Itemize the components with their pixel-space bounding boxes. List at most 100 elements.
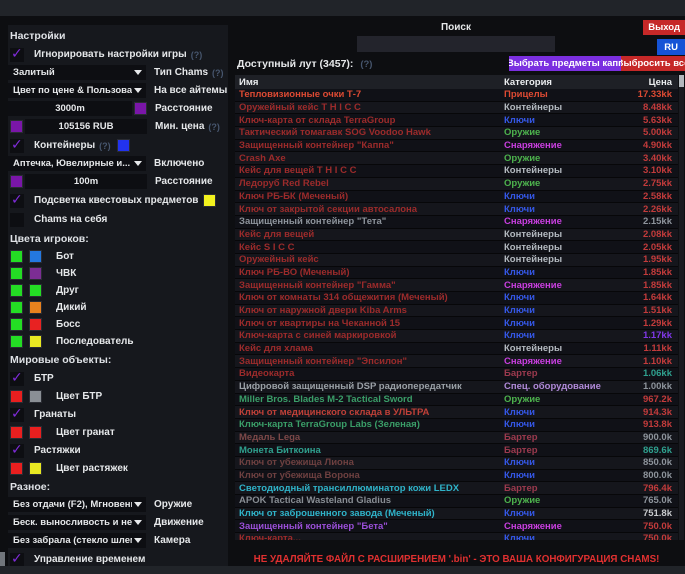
checkbox-grenades[interactable] (10, 408, 24, 422)
hidden-color-swatch[interactable] (29, 284, 42, 297)
loot-row[interactable]: Оружейный кейс T H I C CКонтейнеры8.48kk (235, 102, 678, 115)
hidden-color-swatch[interactable] (29, 318, 42, 331)
loot-row[interactable]: Ключ РБ-ВО (Меченый)Ключи1.85kk (235, 267, 678, 280)
item-name: Ключ-карта с синей маркировкой (235, 330, 504, 341)
checkbox-time-control[interactable] (10, 553, 24, 567)
loot-row[interactable]: Ключ от закрытой секции автосалонаКлючи2… (235, 203, 678, 216)
loot-row[interactable]: Ключ от убежища ВоронаКлючи800.0k (235, 470, 678, 483)
distance-color-swatch[interactable] (134, 102, 147, 115)
loot-row[interactable]: Ключ от комнаты 314 общежития (Меченый)К… (235, 292, 678, 305)
checkbox-quest-highlight[interactable] (10, 194, 24, 208)
visible-color-swatch[interactable] (10, 301, 23, 314)
checkbox-row-time-control[interactable]: Управление временем (8, 552, 228, 566)
loot-row[interactable]: ВидеокартаБартер1.06kk (235, 368, 678, 381)
loot-row[interactable]: Монета БиткоинаБартер869.6k (235, 444, 678, 457)
checkbox-ignore-game-settings[interactable] (10, 48, 24, 62)
containers-color-swatch[interactable] (117, 139, 130, 152)
checkbox-btr[interactable] (10, 372, 24, 386)
visible-color-swatch[interactable] (10, 250, 23, 263)
loot-row[interactable]: Ключ от заброшенного завода (Меченый)Клю… (235, 508, 678, 521)
hidden-color-swatch[interactable] (29, 301, 42, 314)
loot-row[interactable]: Ключ-карта TerraGroup Labs (Зеленая)Ключ… (235, 419, 678, 432)
loot-row[interactable]: Кейс для вещейКонтейнеры2.08kk (235, 229, 678, 242)
max-distance-input[interactable]: 3000m (8, 101, 132, 116)
checkbox-row-quest-highlight[interactable]: Подсветка квестовых предметов (8, 193, 228, 208)
chams-type-dropdown[interactable]: Залитый (8, 65, 146, 80)
loot-row[interactable]: Crash AxeОружие3.40kk (235, 152, 678, 165)
loot-row[interactable]: Кейс S I C CКонтейнеры2.05kk (235, 241, 678, 254)
column-header-category[interactable]: Категория (504, 77, 614, 88)
checkbox-row-btr[interactable]: БТР (8, 371, 228, 386)
loot-row[interactable]: Защищенный контейнер "Гамма"Снаряжение1.… (235, 279, 678, 292)
column-header-price[interactable]: Цена (614, 77, 678, 88)
loot-row[interactable]: Ключ от квартиры на Чеканной 15Ключи1.29… (235, 317, 678, 330)
loot-row[interactable]: Защищенный контейнер "Каппа"Снаряжение4.… (235, 140, 678, 153)
loot-row[interactable]: Тактический томагавк SOG Voodoo HawkОруж… (235, 127, 678, 140)
hidden-color-swatch[interactable] (29, 335, 42, 348)
search-input[interactable] (357, 36, 555, 52)
hidden-color-swatch[interactable] (29, 390, 42, 403)
loot-row[interactable]: Ключ-карта...Ключи750.0k (235, 533, 678, 540)
min-price-input[interactable]: 105156 RUB (25, 119, 147, 134)
checkbox-row-grenades[interactable]: Гранаты (8, 407, 228, 422)
loot-row[interactable]: Оружейный кейсКонтейнеры1.95kk (235, 254, 678, 267)
hidden-color-swatch[interactable] (29, 462, 42, 475)
checkbox-containers[interactable] (10, 139, 24, 153)
movement-dropdown[interactable]: Беск. выносливость и нет уста (8, 515, 146, 530)
select-kappa-button[interactable]: Выбрать предметы каппа (509, 56, 627, 71)
help-icon[interactable]: (?) (208, 122, 220, 132)
language-button[interactable]: RU (657, 39, 685, 55)
visible-color-swatch[interactable] (10, 335, 23, 348)
loot-row[interactable]: Ледоруб Red RebelОружие2.75kk (235, 178, 678, 191)
loot-row[interactable]: Ключ от медицинского склада в УЛЬТРАКлюч… (235, 406, 678, 419)
loot-row[interactable]: Ключ-карта от склада TerraGroupКлючи5.63… (235, 114, 678, 127)
hidden-color-swatch[interactable] (29, 267, 42, 280)
visible-color-swatch[interactable] (10, 462, 23, 475)
loot-row[interactable]: Кейс для вещей T H I C CКонтейнеры3.10kk (235, 165, 678, 178)
scrollbar-thumb[interactable] (679, 75, 684, 87)
weapon-dropdown[interactable]: Без отдачи (F2), Мгновенное п (8, 497, 146, 512)
visible-color-swatch[interactable] (10, 390, 23, 403)
hidden-color-swatch[interactable] (29, 250, 42, 263)
loot-row[interactable]: Защищенный контейнер "Тета"Снаряжение2.1… (235, 216, 678, 229)
camera-dropdown[interactable]: Без забрала (стекло шлема) (8, 533, 146, 548)
visible-color-swatch[interactable] (10, 426, 23, 439)
hidden-color-swatch[interactable] (29, 426, 42, 439)
loot-row[interactable]: Ключ РБ-БК (Меченый)Ключи2.58kk (235, 191, 678, 204)
checkbox-row-ignore-game-settings[interactable]: Игнорировать настройки игры (?) (8, 47, 228, 62)
loot-row[interactable]: APOK Tactical Wasteland GladiusОружие765… (235, 495, 678, 508)
loot-row[interactable]: Светодиодный трансиллюминатор кожи LEDXБ… (235, 482, 678, 495)
loot-row[interactable]: Кейс для хламаКонтейнеры1.11kk (235, 343, 678, 356)
loot-row[interactable]: Ключ от наружной двери Kiba ArmsКлючи1.5… (235, 305, 678, 318)
quest-color-swatch[interactable] (203, 194, 216, 207)
loot-row[interactable]: Защищенный контейнер "Бета"Снаряжение750… (235, 520, 678, 533)
column-header-name[interactable]: Имя (235, 77, 504, 88)
help-icon[interactable]: (?) (191, 50, 203, 60)
loot-filter-dropdown[interactable]: Аптечка, Ювелирные и... (8, 156, 146, 171)
checkbox-tripwires[interactable] (10, 444, 24, 458)
checkbox-row-chams-self[interactable]: Chams на себя (8, 212, 228, 227)
exit-button[interactable]: Выход (643, 20, 685, 35)
loot-distance-color-swatch[interactable] (10, 175, 23, 188)
loot-distance-input[interactable]: 100m (25, 174, 147, 189)
loot-row[interactable]: Защищенный контейнер "Эпсилон"Снаряжение… (235, 355, 678, 368)
visible-color-swatch[interactable] (10, 267, 23, 280)
loot-row[interactable]: Miller Bros. Blades M-2 Tactical SwordОр… (235, 394, 678, 407)
help-icon[interactable]: (?) (99, 141, 111, 151)
loot-row[interactable]: Ключ-карта с синей маркировкойКлючи1.17k… (235, 330, 678, 343)
help-icon[interactable]: (?) (212, 68, 224, 78)
loot-row[interactable]: Тепловизионные очки Т-7Прицелы17.33kk (235, 89, 678, 102)
loot-row[interactable]: Ключ от убежища ЛионаКлючи850.0k (235, 457, 678, 470)
help-icon[interactable]: (?) (360, 59, 372, 70)
visible-color-swatch[interactable] (10, 284, 23, 297)
checkbox-chams-self[interactable] (10, 213, 24, 227)
checkbox-row-tripwires[interactable]: Растяжки (8, 443, 228, 458)
loot-row[interactable]: Медаль LegaБартер900.0k (235, 432, 678, 445)
loot-row[interactable]: Цифровой защищенный DSP радиопередатчикС… (235, 381, 678, 394)
table-scrollbar[interactable] (679, 75, 684, 540)
color-mode-dropdown[interactable]: Цвет по цене & Пользователь (8, 83, 146, 98)
visible-color-swatch[interactable] (10, 318, 23, 331)
min-price-color-swatch[interactable] (10, 120, 23, 133)
drop-all-button[interactable]: Выбросить все (621, 56, 685, 71)
checkbox-row-containers[interactable]: Контейнеры (?) (8, 138, 228, 153)
